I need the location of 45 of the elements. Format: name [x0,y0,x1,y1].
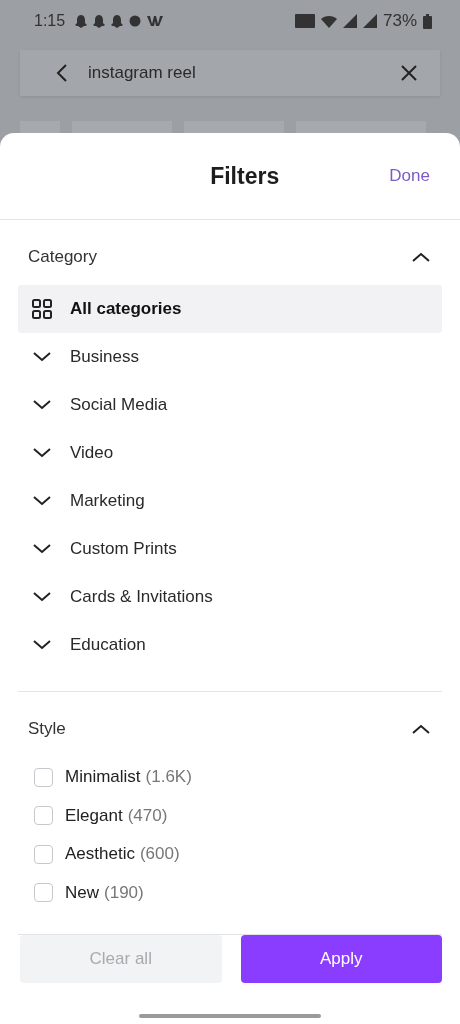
checkbox[interactable] [34,844,53,864]
checkbox[interactable] [34,883,53,903]
chevron-icon [32,351,52,363]
signal-icon [362,14,377,28]
option-count: (1.6K) [145,767,192,788]
done-button[interactable]: Done [389,166,430,186]
apply-button[interactable]: Apply [240,935,442,983]
option-label: Aesthetic [65,844,135,865]
grid-icon [32,299,52,319]
chevron-icon [32,447,52,459]
option-label: Minimalist [65,767,141,788]
chevron-icon [32,495,52,507]
signal-icon [342,14,357,28]
checkbox[interactable] [34,767,53,787]
category-item[interactable]: Video [18,429,442,477]
chevron-icon [32,591,52,603]
battery-percent: 73% [382,11,417,31]
chevron-icon [32,543,52,555]
category-item[interactable]: Business [18,333,442,381]
chevron-icon [32,639,52,651]
category-item[interactable]: Marketing [18,477,442,525]
back-icon [56,64,68,82]
option-count: (190) [104,882,144,903]
section-header[interactable]: Style [18,712,442,746]
w-icon [147,15,164,27]
option-label: Elegant [65,805,123,826]
battery-icon [423,13,432,29]
option-label: New [65,882,99,903]
sheet-title: Filters [210,162,280,190]
category-item[interactable]: All categories [18,285,442,333]
category-item[interactable]: Social Media [18,381,442,429]
wifi-icon [320,14,337,28]
category-item[interactable]: Education [18,621,442,669]
circle-icon [129,15,142,27]
status-time: 1:15 [34,12,66,30]
option-count: (600) [139,844,180,865]
checkbox[interactable] [34,806,53,826]
lte-icon [294,14,315,28]
search-field[interactable]: instagram reel [20,50,440,96]
category-item[interactable]: Custom Prints [18,525,442,573]
section-header[interactable]: Category [18,240,442,274]
category-item[interactable]: Cards & Invitations [18,573,442,621]
option-count: (470) [127,805,168,826]
chevron-icon [32,399,52,411]
close-icon [400,64,418,82]
